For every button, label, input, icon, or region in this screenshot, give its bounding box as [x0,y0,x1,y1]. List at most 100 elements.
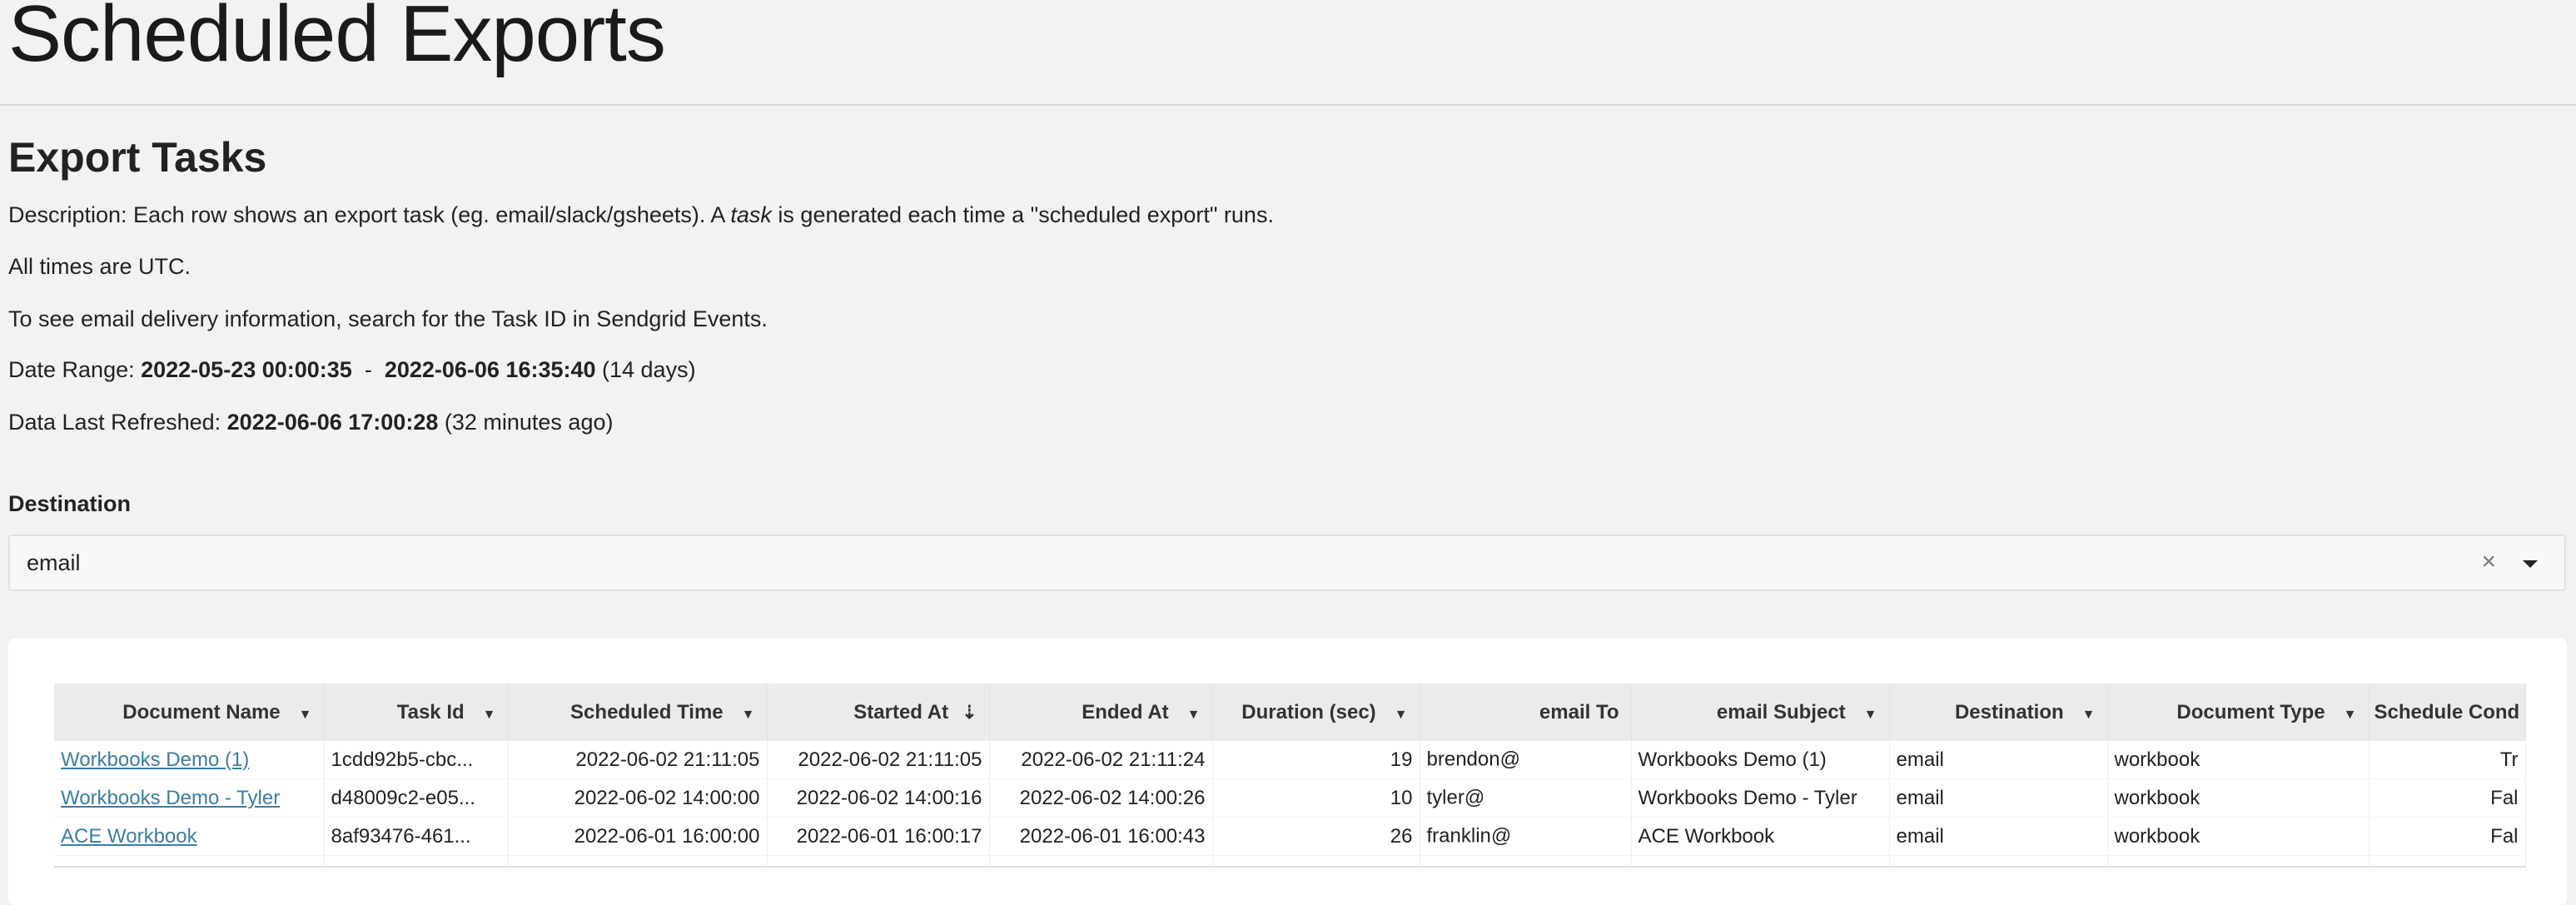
cell-empty [1212,855,1420,868]
cell-text: workbook [2114,824,2201,848]
cell-duration: 19 [1212,741,1420,779]
sendgrid-note: To see email delivery information, searc… [8,306,768,331]
table-row-empty [54,855,2526,868]
menu-arrow-icon[interactable]: ▼ [483,708,496,723]
cell-cond: Fal [2369,778,2526,818]
export-tasks-table: Document Name ▼ Task Id ▼ Scheduled Time ▼ … [54,684,2526,868]
cell-dest: email [1889,817,2108,856]
cell-scheduled: 2022-06-01 16:00:00 [508,817,768,856]
cell-text: Fal [2490,824,2519,848]
description-italic: task [730,202,772,227]
cell-empty [767,855,990,868]
refreshed-label: Data Last Refreshed: [8,410,227,435]
column-header-started-at[interactable]: Started At ⇣ [767,684,990,741]
cell-ended: 2022-06-01 16:00:43 [989,817,1213,856]
page-title: Scheduled Exports [8,0,666,78]
redaction [1511,823,1604,849]
menu-arrow-icon[interactable]: ▼ [742,708,755,723]
cell-text: tyler@ [1426,785,1485,808]
cell-text: ACE Workbook [1638,824,1775,848]
cell-empty [989,855,1213,868]
cell-scheduled: 2022-06-02 21:11:05 [508,741,768,779]
cell-text: 19 [1390,748,1413,771]
document-link[interactable]: ACE Workbook [61,825,197,848]
date-range: Date Range: 2022-05-23 00:00:35 - 2022-0… [8,357,696,383]
cell-text: 2022-06-01 16:00:43 [1019,824,1206,848]
cell-subject: Workbooks Demo - Tyler [1631,778,1890,818]
date-range-sep: - [351,357,385,382]
column-header-document-type[interactable]: Document Type ▼ [2107,684,2370,741]
cell-duration: 26 [1212,817,1420,856]
document-link[interactable]: Workbooks Demo - Tyler [61,787,280,809]
cell-text: 2022-06-02 14:00:00 [574,786,760,809]
cell-text: 2022-06-01 16:00:00 [574,824,760,848]
cell-doc: Workbooks Demo - Tyler [54,778,325,818]
divider [0,104,2576,106]
menu-arrow-icon[interactable]: ▼ [1864,708,1877,723]
cell-text: 2022-06-01 16:00:17 [796,824,982,848]
cell-empty [1631,855,1890,868]
column-header-destination[interactable]: Destination ▼ [1889,684,2108,741]
clear-icon[interactable]: × [2481,548,2496,576]
document-link[interactable]: Workbooks Demo (1) [61,748,249,771]
column-header-email-subject[interactable]: email Subject ▼ [1631,684,1890,741]
table-row: Workbooks Demo (1) 1cdd92b5-cbc... 2022-06… [54,741,2526,779]
cell-text: 1cdd92b5-cbc... [331,748,474,771]
cell-text: workbook [2114,748,2201,771]
date-range-start: 2022-05-23 00:00:35 [141,357,352,382]
cell-empty [324,855,509,868]
cell-text: email [1896,748,1944,771]
cell-doc: Workbooks Demo (1) [54,741,325,779]
sort-descending-icon[interactable]: ⇣ [962,702,977,724]
date-range-label: Date Range: [8,357,142,382]
column-header-document-name[interactable]: Document Name ▼ [54,684,325,741]
column-header-duration[interactable]: Duration (sec) ▼ [1212,684,1420,741]
cell-cond: Tr [2369,741,2526,779]
cell-text: Tr [2499,748,2519,771]
cell-text: d48009c2-e05... [331,786,475,809]
redaction [1484,785,1577,811]
cell-empty [2107,855,2370,868]
menu-arrow-icon[interactable]: ▼ [1395,708,1408,723]
cell-task: d48009c2-e05... [324,778,509,818]
menu-arrow-icon[interactable]: ▼ [2344,708,2357,723]
cell-empty [508,855,768,868]
redaction [1519,747,1612,773]
column-header-ended-at[interactable]: Ended At ▼ [989,684,1213,741]
cell-started: 2022-06-02 21:11:05 [767,741,990,779]
cell-text: brendon@ [1426,747,1520,770]
cell-text: 8af93476-461... [331,824,471,848]
date-range-end: 2022-06-06 16:35:40 [384,357,596,382]
column-header-email-to[interactable]: email To [1420,684,1632,741]
data-refreshed: Data Last Refreshed: 2022-06-06 17:00:28… [8,410,613,435]
cell-dest: email [1889,778,2108,818]
chevron-down-icon[interactable] [2523,560,2538,568]
cell-empty [1889,855,2108,868]
column-header-scheduled-time[interactable]: Scheduled Time ▼ [508,684,768,741]
cell-text: 26 [1390,824,1413,848]
column-header-task-id[interactable]: Task Id ▼ [324,684,509,741]
utc-note: All times are UTC. [8,254,191,279]
cell-empty [54,855,325,868]
cell-subject: ACE Workbook [1631,817,1890,856]
destination-select[interactable]: email × [8,535,2566,591]
cell-text: workbook [2114,786,2201,809]
cell-text: Workbooks Demo (1) [1638,748,1827,771]
menu-arrow-icon[interactable]: ▼ [299,708,312,723]
cell-task: 1cdd92b5-cbc... [324,741,509,779]
cell-to: brendon@ [1420,741,1632,779]
description-suffix: is generated each time a "scheduled expo… [771,202,1274,227]
column-header-schedule-cond[interactable]: Schedule Cond [2369,684,2526,741]
cell-task: 8af93476-461... [324,817,509,856]
menu-arrow-icon[interactable]: ▼ [2082,708,2096,723]
cell-ended: 2022-06-02 21:11:24 [989,741,1213,779]
menu-arrow-icon[interactable]: ▼ [1187,708,1201,723]
cell-ended: 2022-06-02 14:00:26 [989,778,1213,818]
cell-text: 2022-06-02 21:11:05 [575,748,760,771]
table-row: Workbooks Demo - Tyler d48009c2-e05... 202… [54,778,2526,818]
cell-empty [2369,855,2526,868]
cell-text: 2022-06-02 14:00:26 [1019,786,1206,809]
date-range-span: (14 days) [595,357,696,382]
cell-text: email [1896,786,1944,809]
cell-empty [1420,855,1632,868]
